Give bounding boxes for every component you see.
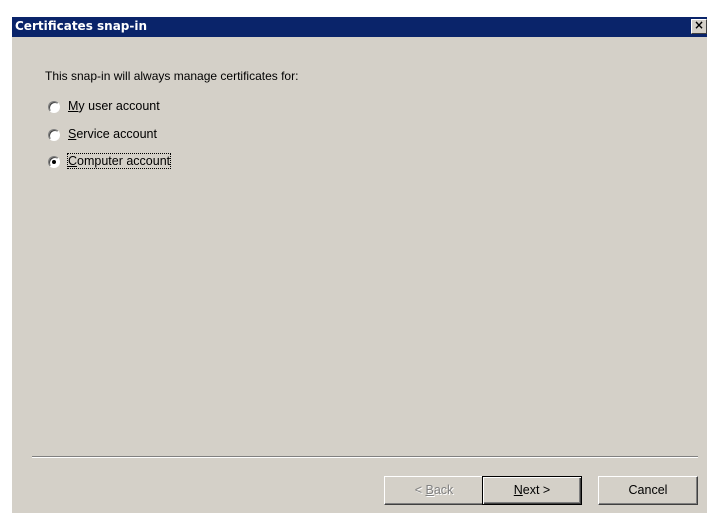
label-rest: ervice account <box>76 127 157 141</box>
dialog-title: Certificates snap-in <box>15 19 148 33</box>
next-button[interactable]: Next > <box>482 476 582 505</box>
cancel-button[interactable]: Cancel <box>598 476 698 505</box>
radio-dot-icon <box>52 160 56 164</box>
prompt-text: This snap-in will always manage certific… <box>45 69 299 83</box>
radio-button-icon[interactable] <box>48 101 60 113</box>
back-button[interactable]: < Back <box>384 476 484 505</box>
close-button[interactable]: × <box>691 18 707 34</box>
accelerator-key: C <box>68 154 78 168</box>
label-rest: omputer account <box>77 154 171 168</box>
accelerator-key: M <box>68 99 79 113</box>
label-rest: y user account <box>78 99 160 113</box>
radio-button-selected-icon[interactable] <box>48 156 60 168</box>
radio-button-icon[interactable] <box>48 129 60 141</box>
button-separator <box>32 456 698 458</box>
certificates-snap-in-dialog: Certificates snap-in × This snap-in will… <box>12 17 707 513</box>
close-icon: × <box>693 18 705 32</box>
radio-label-my-user-account[interactable]: My user account <box>68 99 160 113</box>
radio-label-service-account[interactable]: Service account <box>68 127 157 141</box>
title-bar[interactable]: Certificates snap-in × <box>12 17 707 37</box>
radio-label-computer-account[interactable]: Computer account <box>66 153 172 169</box>
